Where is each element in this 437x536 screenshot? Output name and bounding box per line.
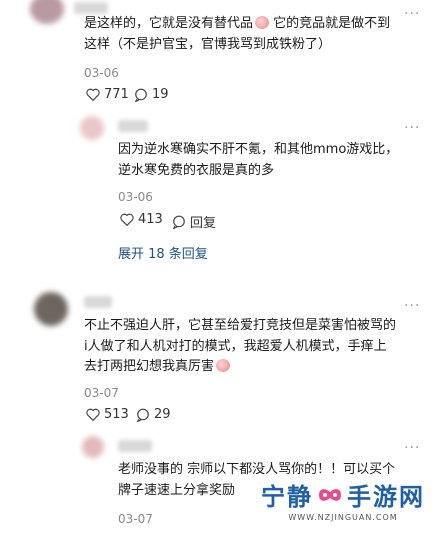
comment-text: 是这样的，它就是没有替代品 它的竞品就是做不到 [84, 16, 391, 31]
reply-button[interactable]: 19 [134, 87, 169, 102]
like-count: 771 [104, 87, 129, 102]
reply-button[interactable]: 回复 [172, 212, 216, 231]
heart-icon [120, 213, 134, 226]
heart-icon [86, 408, 100, 421]
watermark-url: WWW.NZJINGUAN.COM [288, 513, 398, 522]
heart-icon [86, 88, 100, 101]
reply-date: 03-06 [118, 190, 153, 204]
comment-date: 03-07 [84, 386, 119, 400]
gamepad-logo-icon [319, 488, 341, 501]
avatar[interactable] [80, 116, 104, 140]
reply-count: 19 [152, 87, 169, 102]
comment-text: 这样（不是护官宝，官博我骂到成铁粉了） [84, 37, 332, 52]
username[interactable] [118, 120, 148, 132]
comment-bubble-icon [136, 408, 149, 422]
reply-label: 回复 [190, 216, 217, 231]
reply-button[interactable]: 29 [136, 407, 171, 422]
like-button[interactable]: 413 [120, 212, 163, 227]
comment-date: 03-06 [84, 66, 119, 80]
avatar[interactable] [82, 436, 104, 458]
emoji-icon [216, 359, 231, 372]
reply-count: 29 [154, 407, 171, 422]
comment-text: 去打两把幻想我真厉害 [84, 357, 231, 376]
expand-replies-link[interactable]: 展开 18 条回复 [118, 243, 208, 262]
more-options-button[interactable]: ··· [404, 440, 420, 456]
reply-text: 牌子速速上分拿奖励 [118, 483, 236, 498]
like-count: 513 [104, 407, 129, 422]
username[interactable] [84, 296, 112, 308]
site-watermark: 宁静 手游网 WWW.NZJINGUAN.COM [261, 477, 425, 522]
comment-bubble-icon [134, 88, 147, 102]
like-count: 413 [138, 212, 163, 227]
like-button[interactable]: 771 [86, 87, 129, 102]
comment-text: i人做了和人机对打的模式，我超爱人机模式，手痒上 [84, 339, 387, 354]
reply-text: 因为逆水寒确实不肝不氪，和其他mmo游戏比， [118, 142, 399, 157]
comment-bubble-icon [172, 215, 185, 229]
like-button[interactable]: 513 [86, 407, 129, 422]
username[interactable] [118, 440, 152, 452]
comment-text: 不止不强迫人肝，它甚至给爱打竞技但是菜害怕被骂的 [84, 318, 397, 333]
username[interactable] [74, 2, 108, 14]
reply-date: 03-07 [118, 512, 153, 526]
reply-text: 逆水寒免费的衣服是真的多 [118, 163, 275, 178]
more-options-button[interactable]: ··· [404, 6, 420, 22]
more-options-button[interactable]: ··· [404, 120, 420, 136]
avatar[interactable] [34, 292, 68, 326]
avatar[interactable] [30, 0, 64, 24]
watermark-logo: 宁静 手游网 [261, 483, 425, 511]
more-options-button[interactable]: ··· [404, 298, 420, 314]
emoji-icon [255, 16, 270, 29]
